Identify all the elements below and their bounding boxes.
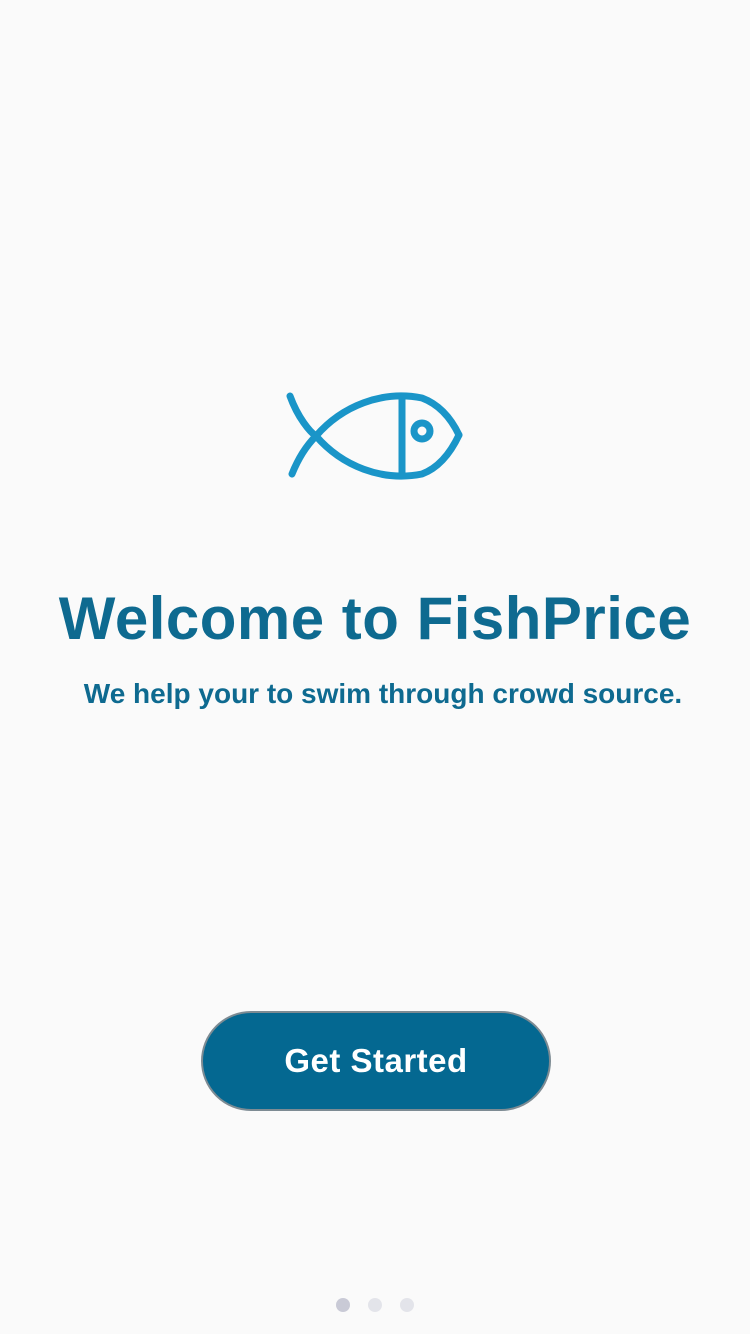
welcome-title: Welcome to FishPrice [58,585,692,652]
page-dot-3[interactable] [400,1298,414,1312]
fish-icon [286,392,463,480]
page-indicator [0,1298,750,1312]
welcome-subtitle: We help your to swim through crowd sourc… [83,678,683,709]
get-started-button[interactable]: Get Started [201,1011,551,1111]
page-dot-1[interactable] [336,1298,350,1312]
onboarding-screen: Welcome to FishPrice We help your to swi… [0,0,750,1334]
page-dot-2[interactable] [368,1298,382,1312]
